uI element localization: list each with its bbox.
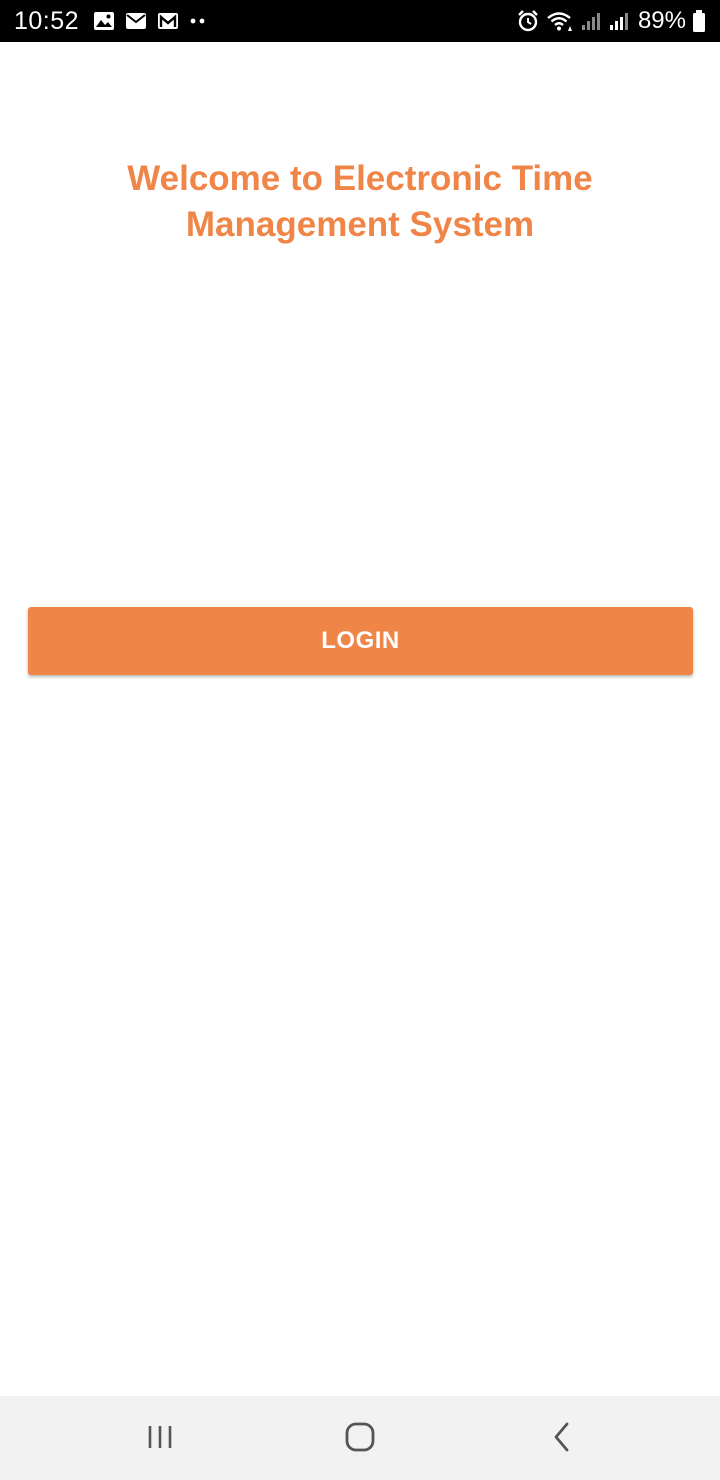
page-title: Welcome to Electronic Time Management Sy…: [127, 159, 593, 244]
screen: 10:52 89% Welcome to Electronic Time Man…: [0, 0, 720, 1480]
wifi-icon: [546, 0, 574, 42]
status-bar-left: 10:52: [14, 0, 217, 42]
image-icon: [93, 0, 115, 42]
back-button[interactable]: [502, 1396, 622, 1480]
status-bar-right: 89%: [510, 0, 706, 42]
recent-apps-button[interactable]: [100, 1396, 220, 1480]
back-icon: [551, 1421, 573, 1456]
navigation-bar: [0, 1396, 720, 1480]
gmail-icon: [157, 0, 179, 42]
more-notifications-icon: [189, 0, 207, 42]
status-time: 10:52: [14, 7, 80, 35]
battery-percent: 89%: [637, 7, 686, 34]
email-icon: [125, 0, 147, 42]
home-button[interactable]: [300, 1396, 420, 1480]
signal-icon: [580, 0, 602, 42]
recent-apps-icon: [145, 1424, 175, 1453]
battery-icon: [692, 0, 706, 42]
signal-icon: [608, 0, 630, 42]
login-button[interactable]: LOGIN: [28, 607, 693, 675]
status-bar: 10:52 89%: [0, 0, 720, 42]
alarm-icon: [516, 0, 540, 42]
home-icon: [344, 1421, 376, 1456]
